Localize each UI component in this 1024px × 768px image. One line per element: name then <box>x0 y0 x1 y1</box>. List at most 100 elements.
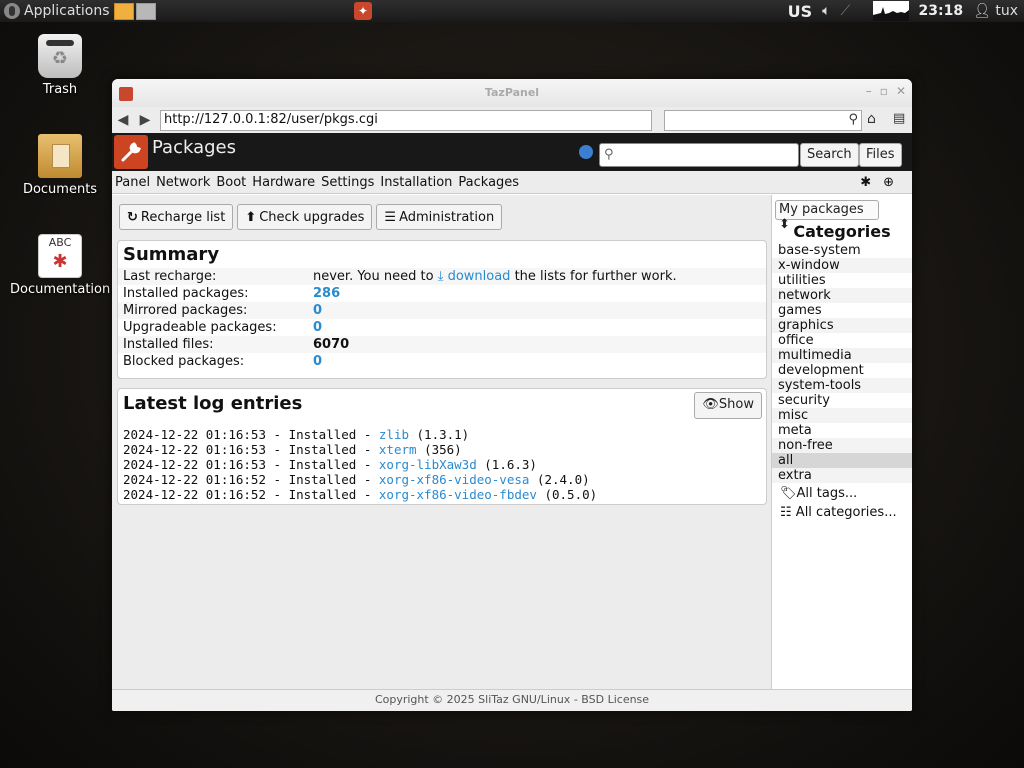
window-title: TazPanel <box>484 86 540 99</box>
summary-row: Installed files: 6070 <box>118 336 766 353</box>
globe-icon[interactable] <box>579 145 593 159</box>
documentation-icon-badge: ABC <box>48 236 72 249</box>
summary-panel: Summary Last recharge: never. You need t… <box>117 240 767 379</box>
category-item[interactable]: network <box>772 288 912 303</box>
upgradeable-packages-link[interactable]: 0 <box>313 320 322 335</box>
page-search-input[interactable]: ⚲ <box>599 143 799 167</box>
blocked-packages-link[interactable]: 0 <box>313 354 322 369</box>
menu-item-hardware[interactable]: Hardware <box>252 175 315 190</box>
category-item[interactable]: system-tools <box>772 378 912 393</box>
package-filter-select[interactable]: My packages ⬍ <box>775 200 879 232</box>
summary-row: Mirrored packages: 0 <box>118 302 766 319</box>
applications-label: Applications <box>24 3 110 19</box>
administration-label: Administration <box>399 209 495 225</box>
search-icon[interactable]: ⚲ <box>848 112 858 127</box>
log-package-link[interactable]: xorg-xf86-video-fbdev <box>379 487 537 502</box>
workspace-1-button[interactable] <box>113 2 134 20</box>
category-item[interactable]: x-window <box>772 258 912 273</box>
forward-arrow-icon[interactable]: ▶ <box>134 112 156 128</box>
main-content: ↻ Recharge list ⬆ Check upgrades ☰ Admin… <box>112 195 772 689</box>
category-item[interactable]: graphics <box>772 318 912 333</box>
summary-label: Mirrored packages: <box>123 303 248 318</box>
category-item[interactable]: office <box>772 333 912 348</box>
category-item[interactable]: security <box>772 393 912 408</box>
window-titlebar[interactable]: TazPanel – ▫ ✕ <box>112 79 912 107</box>
desktop-icon-label: Trash <box>42 82 78 97</box>
help-lifebuoy-icon[interactable]: ⊕ <box>883 175 894 190</box>
category-item[interactable]: games <box>772 303 912 318</box>
menu-item-boot[interactable]: Boot <box>216 175 246 190</box>
menu-item-panel[interactable]: Panel <box>115 175 150 190</box>
workspace-2-button[interactable] <box>135 2 156 20</box>
desktop-icon-label: Documents <box>22 182 98 197</box>
installed-packages-link[interactable]: 286 <box>313 286 340 301</box>
network-icon[interactable]: ⟋ <box>841 3 863 19</box>
summary-label: Last recharge: <box>123 269 217 284</box>
desktop-icon-trash[interactable]: Trash <box>10 34 110 97</box>
category-item[interactable]: multimedia <box>772 348 912 363</box>
bug-icon[interactable]: ✱ <box>860 175 871 190</box>
minimize-icon[interactable]: – <box>866 84 872 98</box>
mirrored-packages-link[interactable]: 0 <box>313 303 322 318</box>
log-package-link[interactable]: zlib <box>379 427 409 442</box>
category-item[interactable]: development <box>772 363 912 378</box>
desktop-icon-documentation[interactable]: ABC ✱ Documentation <box>10 234 110 297</box>
log-line: 2024-12-22 01:16:53 - Installed - zlib (… <box>123 427 470 442</box>
browser-search-input[interactable]: ⚲ <box>664 110 862 131</box>
summary-value: never. You need to ⤓ download the lists … <box>313 269 677 284</box>
category-item[interactable]: misc <box>772 408 912 423</box>
search-button[interactable]: Search <box>800 143 859 167</box>
back-arrow-icon[interactable]: ◀ <box>112 112 134 128</box>
category-item[interactable]: base-system <box>772 243 912 258</box>
administration-button[interactable]: ☰ Administration <box>376 204 503 230</box>
menu-item-settings[interactable]: Settings <box>321 175 374 190</box>
bookmarks-icon[interactable]: ▤ <box>893 111 905 126</box>
log-package-link[interactable]: xorg-libXaw3d <box>379 457 477 472</box>
maximize-icon[interactable]: ▫ <box>880 84 888 98</box>
summary-row: Last recharge: never. You need to ⤓ down… <box>118 268 766 285</box>
category-item[interactable]: non-free <box>772 438 912 453</box>
installed-files-value: 6070 <box>313 337 350 352</box>
category-item-active[interactable]: all <box>772 453 912 468</box>
home-icon[interactable]: ⌂ <box>867 111 876 127</box>
folder-icon <box>38 134 82 178</box>
menu-item-network[interactable]: Network <box>156 175 210 190</box>
desktop-icon-documents[interactable]: Documents <box>10 134 110 197</box>
list-icon: ☷ <box>780 505 792 520</box>
applications-menu[interactable]: Applications <box>0 0 110 22</box>
keyboard-layout-indicator[interactable]: US <box>788 2 813 21</box>
summary-label: Upgradeable packages: <box>123 320 277 335</box>
category-item[interactable]: meta <box>772 423 912 438</box>
url-input[interactable]: http://127.0.0.1:82/user/pkgs.cgi <box>160 110 652 131</box>
menu-item-packages[interactable]: Packages <box>458 175 519 190</box>
close-icon[interactable]: ✕ <box>896 84 906 98</box>
log-line: 2024-12-22 01:16:53 - Installed - xterm … <box>123 442 462 457</box>
check-upgrades-button[interactable]: ⬆ Check upgrades <box>237 204 373 230</box>
volume-icon[interactable]: 🔈︎ <box>822 3 830 19</box>
download-link[interactable]: ⤓ download <box>438 269 511 284</box>
clock[interactable]: 23:18 <box>919 3 964 19</box>
system-tray: US 🔈︎ ⟋ 23:18 👤︎ tux <box>788 0 1024 22</box>
top-panel: Applications ✦ US 🔈︎ ⟋ 23:18 👤︎ tux <box>0 0 1024 22</box>
log-package-link[interactable]: xorg-xf86-video-vesa <box>379 472 530 487</box>
category-item[interactable]: extra <box>772 468 912 483</box>
search-icon: ⚲ <box>604 147 614 162</box>
categories-sidebar: My packages ⬍ Categories base-system x-w… <box>772 195 912 689</box>
files-button[interactable]: Files <box>859 143 902 167</box>
trash-icon <box>38 34 82 78</box>
all-tags-link[interactable]: 🏷︎All tags... <box>780 484 897 503</box>
user-menu[interactable]: 👤︎ tux <box>973 3 1018 19</box>
log-package-link[interactable]: xterm <box>379 442 417 457</box>
recharge-list-button[interactable]: ↻ Recharge list <box>119 204 234 230</box>
menu-item-installation[interactable]: Installation <box>380 175 452 190</box>
category-item[interactable]: utilities <box>772 273 912 288</box>
show-log-button[interactable]: 👁︎Show <box>694 392 762 419</box>
packages-toolbar: ↻ Recharge list ⬆ Check upgrades ☰ Admin… <box>119 204 503 230</box>
tazpanel-task-icon[interactable]: ✦ <box>354 2 372 20</box>
summary-label: Installed packages: <box>123 286 249 301</box>
tags-icon: 🏷︎ <box>780 486 797 501</box>
all-categories-link[interactable]: ☷ All categories... <box>780 503 897 522</box>
wrench-icon <box>114 135 148 169</box>
summary-row: Upgradeable packages: 0 <box>118 319 766 336</box>
browser-navbar: ◀ ▶ http://127.0.0.1:82/user/pkgs.cgi ⚲ … <box>112 107 912 133</box>
